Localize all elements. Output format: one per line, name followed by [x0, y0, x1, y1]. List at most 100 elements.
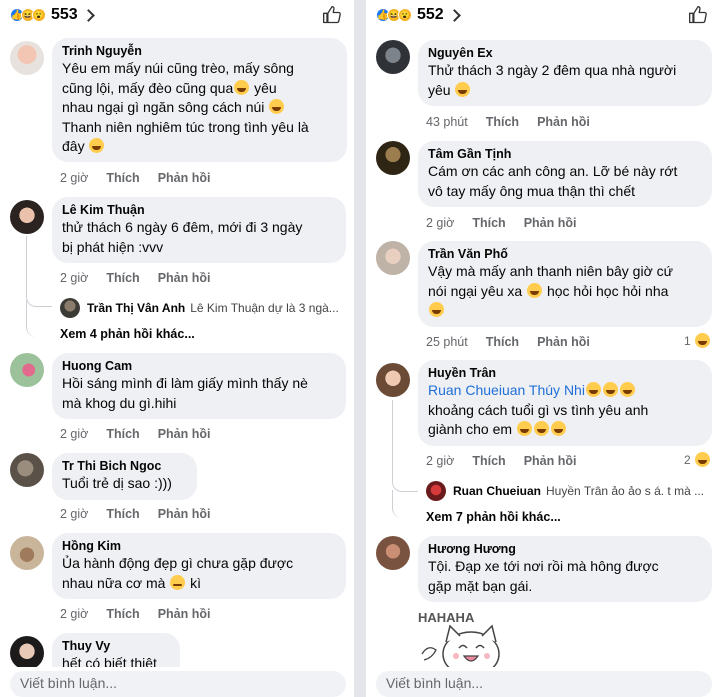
- like-link[interactable]: Thích: [486, 335, 519, 349]
- smile-emoji-icon: [234, 79, 250, 95]
- comment-text: Ruan Chueiuan Thúy Nhi khoảng cách tuổi …: [428, 382, 649, 437]
- laugh-emoji-icon: [89, 138, 105, 153]
- reaction-icons: 👍 😆 😮: [376, 8, 412, 22]
- laugh-emoji-icon: [694, 333, 710, 348]
- reply-link[interactable]: Phản hồi: [158, 271, 211, 285]
- comment-time: 2 giờ: [60, 271, 89, 285]
- avatar: [426, 481, 446, 501]
- laugh-emoji-icon: [455, 81, 471, 97]
- reply-link[interactable]: Phản hồi: [158, 507, 211, 521]
- commenter-name[interactable]: Hồng Kim: [62, 539, 334, 554]
- laugh-emoji-icon: [527, 282, 543, 298]
- comment-time: 2 giờ: [426, 216, 455, 230]
- laugh-emoji-icon: [550, 421, 566, 436]
- reaction-icons: 👍 😆 😮: [10, 8, 46, 22]
- reply-link[interactable]: Phản hồi: [158, 607, 211, 621]
- comment-bubble: Lê Kim Thuận thử thách 6 ngày 6 đêm, mới…: [52, 197, 346, 263]
- like-link[interactable]: Thích: [486, 115, 519, 129]
- reply-snippet: Lê Kim Thuận dự là 3 ngà...: [190, 301, 339, 315]
- comment-time: 43 phút: [426, 115, 468, 129]
- avatar[interactable]: [376, 363, 410, 397]
- view-more-replies-link[interactable]: Xem 4 phản hồi khác...: [60, 327, 195, 341]
- tagged-users-link[interactable]: Ruan Chueiuan Thúy Nhi: [428, 382, 585, 398]
- comment-bubble: Trần Văn Phố Vậy mà mấy anh thanh niên b…: [418, 241, 712, 327]
- like-button-icon[interactable]: [688, 5, 708, 25]
- avatar[interactable]: [10, 353, 44, 387]
- comment-time: 2 giờ: [60, 427, 89, 441]
- chevron-right-icon[interactable]: [81, 8, 95, 22]
- comment-text: thử thách 6 ngày 6 đêm, mới đi 3 ngày bị…: [62, 219, 303, 255]
- commenter-name[interactable]: Thuy Vy: [62, 639, 168, 654]
- comment-reaction-badge[interactable]: 1: [684, 333, 711, 348]
- comment-bubble: Hương Hương Tội. Đạp xe tới nơi rồi mà h…: [418, 536, 712, 602]
- like-button-icon[interactable]: [322, 5, 342, 25]
- commenter-name[interactable]: Huyền Trân: [428, 366, 700, 381]
- reply-thread-line: [392, 400, 418, 492]
- comment-actions: 2 giờ Thích Phản hồi: [60, 171, 210, 185]
- avatar[interactable]: [376, 40, 410, 74]
- avatar[interactable]: [10, 453, 44, 487]
- reply-link[interactable]: Phản hồi: [158, 427, 211, 441]
- reaction-count: 1: [684, 333, 691, 348]
- comment-text: Ủa hành động đẹp gì chưa gặp được nhau n…: [62, 555, 294, 591]
- comment-actions: 2 giờ Thích Phản hồi: [426, 454, 576, 468]
- like-link[interactable]: Thích: [472, 216, 505, 230]
- comment-text: Vậy mà mấy anh thanh niên bây giờ cứ nói…: [428, 262, 700, 321]
- reply-link[interactable]: Phản hồi: [158, 171, 211, 185]
- reaction-summary-bar[interactable]: 👍 😆 😮 552: [366, 0, 720, 30]
- comment-text: Tuổi trẻ dị sao :))): [62, 475, 172, 491]
- commenter-name[interactable]: Huong Cam: [62, 359, 334, 374]
- comment-composer-bar: Viết bình luận...: [0, 667, 354, 697]
- view-more-replies-link[interactable]: Xem 7 phản hồi khác...: [426, 510, 561, 524]
- avatar[interactable]: [10, 636, 44, 670]
- avatar[interactable]: [376, 141, 410, 175]
- like-link[interactable]: Thích: [106, 427, 139, 441]
- like-link[interactable]: Thích: [472, 454, 505, 468]
- like-link[interactable]: Thích: [106, 171, 139, 185]
- reply-thread-line: [26, 236, 52, 307]
- like-link[interactable]: Thích: [106, 507, 139, 521]
- reply-link[interactable]: Phản hồi: [524, 216, 577, 230]
- laughing-cat-sticker[interactable]: HAHAHA: [416, 606, 506, 676]
- reply-author: Ruan Chueiuan: [453, 484, 542, 498]
- comment-input[interactable]: Viết bình luận...: [376, 671, 712, 697]
- laugh-emoji-icon: [585, 382, 601, 397]
- like-link[interactable]: Thích: [106, 607, 139, 621]
- commenter-name[interactable]: Nguyên Ex: [428, 46, 700, 61]
- avatar[interactable]: [10, 41, 44, 75]
- avatar[interactable]: [10, 536, 44, 570]
- comment-text: Hồi sáng mình đi làm giấy mình thấy nè m…: [62, 375, 308, 411]
- commenter-name[interactable]: Hương Hương: [428, 542, 700, 557]
- right-comments-panel: 👍 😆 😮 552 Nguyên Ex Thử thách 3 ngày 2 đ…: [366, 0, 720, 697]
- laugh-emoji-icon: [602, 382, 618, 397]
- commenter-name[interactable]: Tr Thi Bich Ngoc: [62, 459, 185, 474]
- reply-link[interactable]: Phản hồi: [524, 454, 577, 468]
- reply-link[interactable]: Phản hồi: [537, 115, 590, 129]
- commenter-name[interactable]: Lê Kim Thuận: [62, 203, 334, 218]
- comment-text: Yêu em mấy núi cũng trèo, mấy sông cũng …: [62, 60, 309, 154]
- commenter-name[interactable]: Trinh Nguyễn: [62, 44, 335, 59]
- laugh-emoji-icon: [694, 452, 710, 467]
- comment-actions: 2 giờ Thích Phản hồi: [60, 271, 210, 285]
- comment-actions: 25 phút Thích Phản hồi: [426, 335, 590, 349]
- comment-input[interactable]: Viết bình luận...: [10, 671, 346, 697]
- comment-text: Tội. Đạp xe tới nơi rồi mà hông được gặp…: [428, 558, 659, 594]
- reply-link[interactable]: Phản hồi: [537, 335, 590, 349]
- reply-preview[interactable]: Ruan Chueiuan Huyền Trân ảo ảo s á. t mà…: [426, 481, 711, 501]
- reply-preview[interactable]: Trần Thị Vân Anh Lê Kim Thuận dự là 3 ng…: [60, 298, 345, 318]
- avatar[interactable]: [376, 241, 410, 275]
- comment-actions: 2 giờ Thích Phản hồi: [426, 216, 576, 230]
- wow-reaction-icon: 😮: [32, 8, 46, 22]
- avatar[interactable]: [10, 200, 44, 234]
- commenter-name[interactable]: Trần Văn Phố: [428, 247, 700, 262]
- comment-time: 2 giờ: [60, 507, 89, 521]
- comment-reaction-badge[interactable]: 2: [684, 452, 711, 467]
- reaction-summary-bar[interactable]: 👍 😆 😮 553: [0, 0, 354, 30]
- like-link[interactable]: Thích: [106, 271, 139, 285]
- laugh-emoji-icon: [429, 302, 444, 317]
- comment-bubble: Huyền Trân Ruan Chueiuan Thúy Nhi khoảng…: [418, 360, 712, 446]
- chevron-right-icon[interactable]: [447, 8, 461, 22]
- commenter-name[interactable]: Tâm Gần Tịnh: [428, 147, 700, 162]
- comment-actions: 43 phút Thích Phản hồi: [426, 115, 590, 129]
- avatar[interactable]: [376, 536, 410, 570]
